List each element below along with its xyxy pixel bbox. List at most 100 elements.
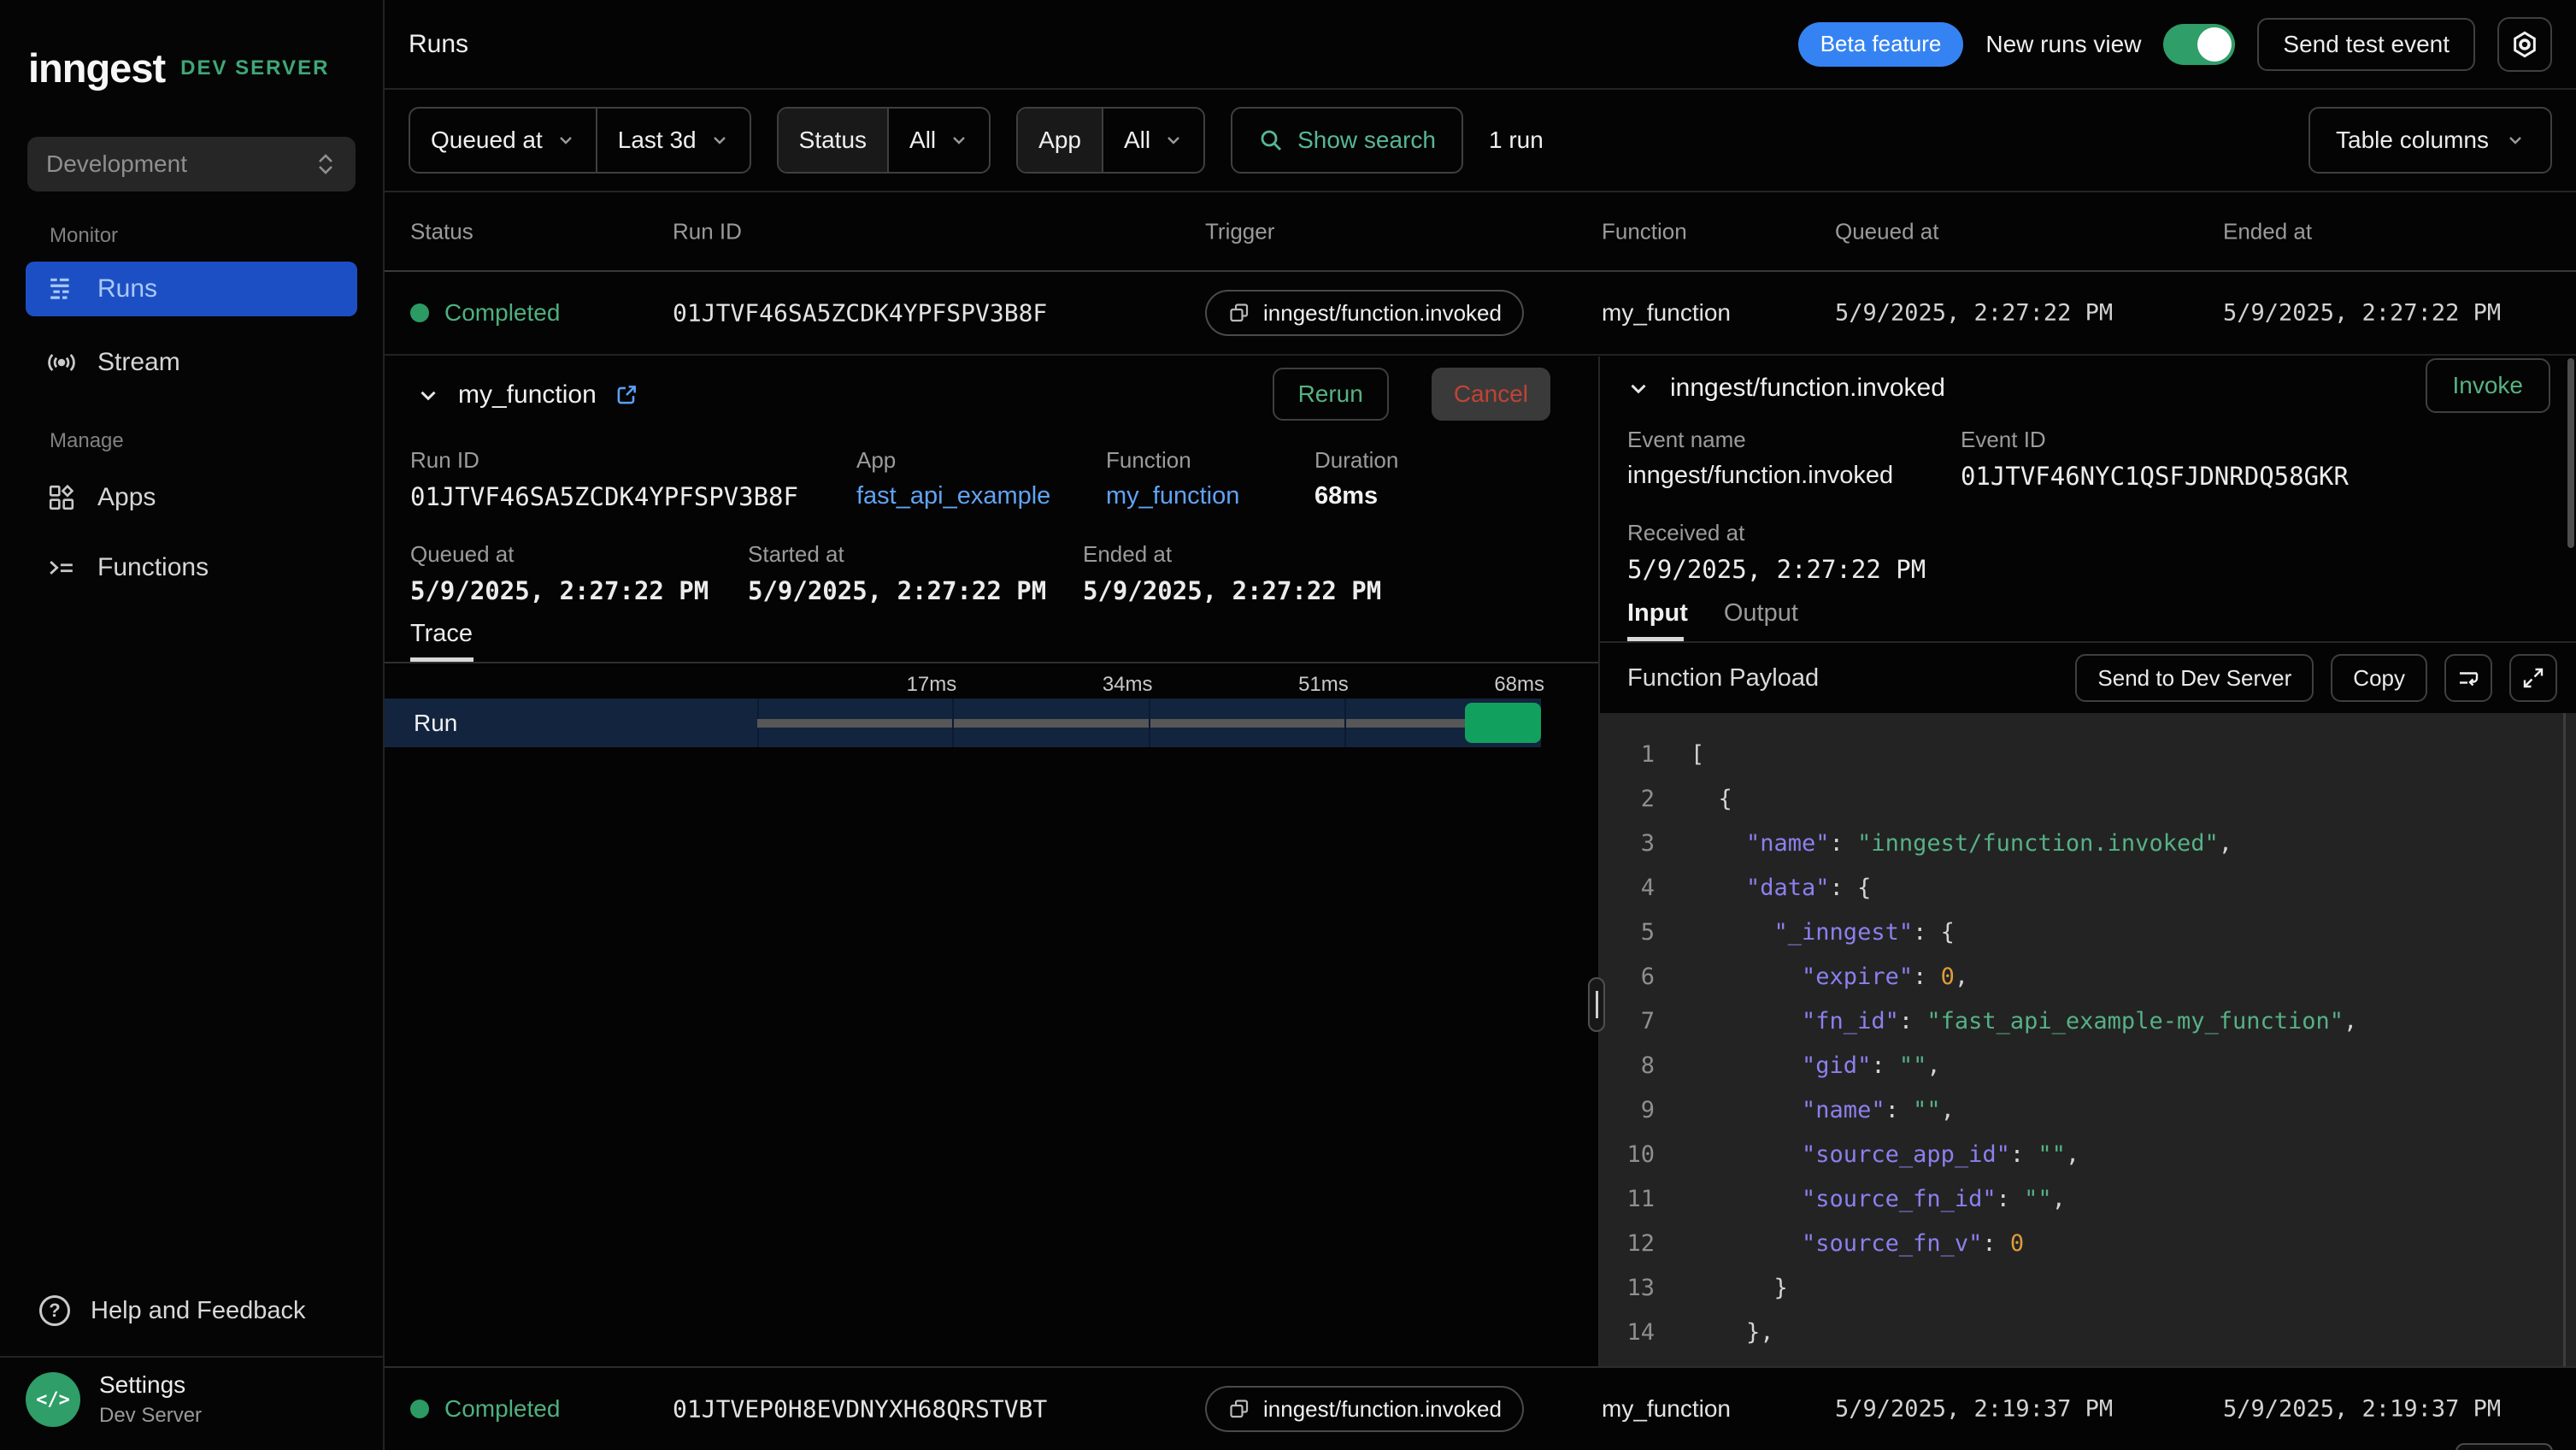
expand-button[interactable] bbox=[2509, 654, 2557, 702]
trigger-label: inngest/function.invoked bbox=[1263, 1396, 1502, 1423]
table-row[interactable]: Completed 01JTVF46SA5ZCDK4YPFSPV3B8F inn… bbox=[385, 272, 2576, 356]
collapse-chevron-icon[interactable] bbox=[1626, 375, 1651, 401]
timeline-tick-label: 68ms bbox=[1494, 673, 1544, 697]
col-queued: Queued at bbox=[1835, 218, 1938, 245]
chevron-down-icon bbox=[950, 131, 968, 150]
collapse-chevron-icon[interactable] bbox=[415, 382, 441, 408]
run-actions: Rerun Cancel bbox=[1273, 368, 1550, 421]
chevron-down-icon bbox=[710, 131, 729, 150]
field-value: 68ms bbox=[1314, 482, 1398, 510]
stream-icon bbox=[48, 349, 75, 376]
workspace-select-value: Development bbox=[46, 150, 187, 178]
cancel-button[interactable]: Cancel bbox=[1432, 368, 1550, 421]
app-filter-group: App All bbox=[1016, 107, 1205, 174]
gear-icon bbox=[2510, 30, 2539, 59]
table-columns-button[interactable]: Table columns bbox=[2308, 107, 2552, 174]
status-cell: Completed bbox=[410, 1395, 560, 1423]
field-label: Ended at bbox=[1083, 541, 1381, 568]
trigger-pill[interactable]: inngest/function.invoked bbox=[1205, 290, 1524, 336]
status-value: All bbox=[909, 127, 936, 154]
trace-span-bar bbox=[757, 719, 1466, 728]
copy-button[interactable]: Copy bbox=[2331, 654, 2427, 702]
section-label-manage: Manage bbox=[50, 429, 124, 453]
timeline-tick-label: 51ms bbox=[1298, 673, 1349, 697]
field-value: 01JTVF46SA5ZCDK4YPFSPV3B8F bbox=[410, 482, 798, 511]
toggle-knob bbox=[2197, 27, 2232, 62]
event-icon bbox=[1227, 1397, 1251, 1421]
event-detail-header: inngest/function.invoked bbox=[1626, 374, 1945, 403]
apps-icon bbox=[48, 484, 75, 511]
show-search-button[interactable]: Show search bbox=[1231, 107, 1463, 174]
invoke-button[interactable]: Invoke bbox=[2426, 358, 2551, 413]
app-value: All bbox=[1124, 127, 1150, 154]
sidebar-item-label: Functions bbox=[97, 553, 209, 582]
word-wrap-button[interactable] bbox=[2444, 654, 2492, 702]
sidebar-item-runs[interactable]: Runs bbox=[26, 262, 357, 316]
dev-server-tag: DEV SERVER bbox=[180, 56, 329, 80]
field-value: 5/9/2025, 2:27:22 PM bbox=[1083, 576, 1381, 605]
workspace-select[interactable]: Development bbox=[27, 137, 356, 192]
code-line: 9 "name": "", bbox=[1600, 1088, 2576, 1132]
queued-at-filter[interactable]: Queued at bbox=[410, 109, 596, 172]
field-started-at: Started at 5/9/2025, 2:27:22 PM bbox=[748, 541, 1046, 605]
help-icon: ? bbox=[39, 1295, 70, 1326]
code-line: 4 "data": { bbox=[1600, 865, 2576, 910]
run-id-cell: 01JTVEP0H8EVDNYXH68QRSTVBT bbox=[673, 1395, 1047, 1423]
trace-execution-bar bbox=[1465, 703, 1541, 743]
send-to-dev-server-button[interactable]: Send to Dev Server bbox=[2075, 654, 2314, 702]
field-value: inngest/function.invoked bbox=[1627, 462, 1893, 490]
queued-at-cell: 5/9/2025, 2:19:37 PM bbox=[1835, 1396, 2113, 1423]
field-event-id: Event ID 01JTVF46NYC1QSFJDNRDQ58GKR bbox=[1961, 427, 2349, 491]
resize-grip bbox=[1596, 991, 1598, 1018]
rerun-button[interactable]: Rerun bbox=[1273, 368, 1389, 421]
field-function: Function my_function bbox=[1106, 447, 1239, 510]
settings-gear-button[interactable] bbox=[2497, 17, 2552, 72]
sidebar-item-label: Apps bbox=[97, 483, 156, 512]
col-run-id: Run ID bbox=[673, 218, 742, 245]
time-range-filter[interactable]: Last 3d bbox=[596, 109, 750, 172]
field-label: Queued at bbox=[410, 541, 709, 568]
function-payload-editor[interactable]: 1[2 {3 "name": "inngest/function.invoked… bbox=[1600, 713, 2576, 1366]
help-and-feedback[interactable]: ? Help and Feedback bbox=[26, 1284, 357, 1337]
sidebar-item-stream[interactable]: Stream bbox=[26, 335, 357, 390]
sidebar-item-apps[interactable]: Apps bbox=[26, 470, 357, 525]
app-filter-value[interactable]: All bbox=[1102, 109, 1203, 172]
table-row[interactable]: Completed 01JTVEP0H8EVDNYXH68QRSTVBT inn… bbox=[385, 1366, 2576, 1450]
settings-subtitle: Dev Server bbox=[99, 1404, 202, 1428]
clipped-bottom-button[interactable] bbox=[2455, 1443, 2553, 1450]
new-runs-view-toggle[interactable] bbox=[2163, 24, 2235, 65]
word-wrap-icon bbox=[2455, 665, 2481, 691]
field-value: 5/9/2025, 2:27:22 PM bbox=[1627, 555, 1926, 584]
pane-resize-handle[interactable] bbox=[1588, 977, 1605, 1032]
status-filter-value[interactable]: All bbox=[887, 109, 989, 172]
panel-scrollbar-thumb[interactable] bbox=[2567, 358, 2574, 548]
trace-timeline-row[interactable]: Run bbox=[385, 698, 1541, 747]
trace-gridline bbox=[1344, 698, 1346, 747]
trace-divider bbox=[385, 662, 1598, 663]
external-link-icon[interactable] bbox=[614, 382, 639, 408]
settings-title: Settings bbox=[99, 1371, 202, 1399]
function-link[interactable]: my_function bbox=[1106, 482, 1239, 510]
editor-scrollbar[interactable] bbox=[2563, 713, 2566, 1366]
topbar: Runs Beta feature New runs view Send tes… bbox=[385, 0, 2576, 90]
status-text: Completed bbox=[444, 1395, 560, 1423]
code-line: 14 }, bbox=[1600, 1310, 2576, 1354]
field-value: 5/9/2025, 2:27:22 PM bbox=[748, 576, 1046, 605]
help-label: Help and Feedback bbox=[91, 1297, 306, 1325]
send-test-event-button[interactable]: Send test event bbox=[2257, 18, 2475, 71]
time-filter-group: Queued at Last 3d bbox=[409, 107, 751, 174]
tab-trace[interactable]: Trace bbox=[410, 620, 473, 648]
beta-feature-badge: Beta feature bbox=[1798, 22, 1964, 67]
chevron-down-icon bbox=[556, 131, 575, 150]
queued-at-cell: 5/9/2025, 2:27:22 PM bbox=[1835, 300, 2113, 327]
sidebar-item-functions[interactable]: Functions bbox=[26, 540, 357, 595]
page-title: Runs bbox=[409, 30, 468, 59]
tab-output[interactable]: Output bbox=[1724, 599, 1798, 628]
app-link[interactable]: fast_api_example bbox=[856, 482, 1050, 510]
settings-entry[interactable]: </> Settings Dev Server bbox=[26, 1371, 202, 1428]
tab-input[interactable]: Input bbox=[1627, 599, 1688, 628]
trigger-pill[interactable]: inngest/function.invoked bbox=[1205, 1386, 1524, 1432]
code-line: 8 "gid": "", bbox=[1600, 1043, 2576, 1088]
col-function: Function bbox=[1602, 218, 1687, 245]
sidebar: inngest DEV SERVER Development Monitor R… bbox=[0, 0, 385, 1450]
